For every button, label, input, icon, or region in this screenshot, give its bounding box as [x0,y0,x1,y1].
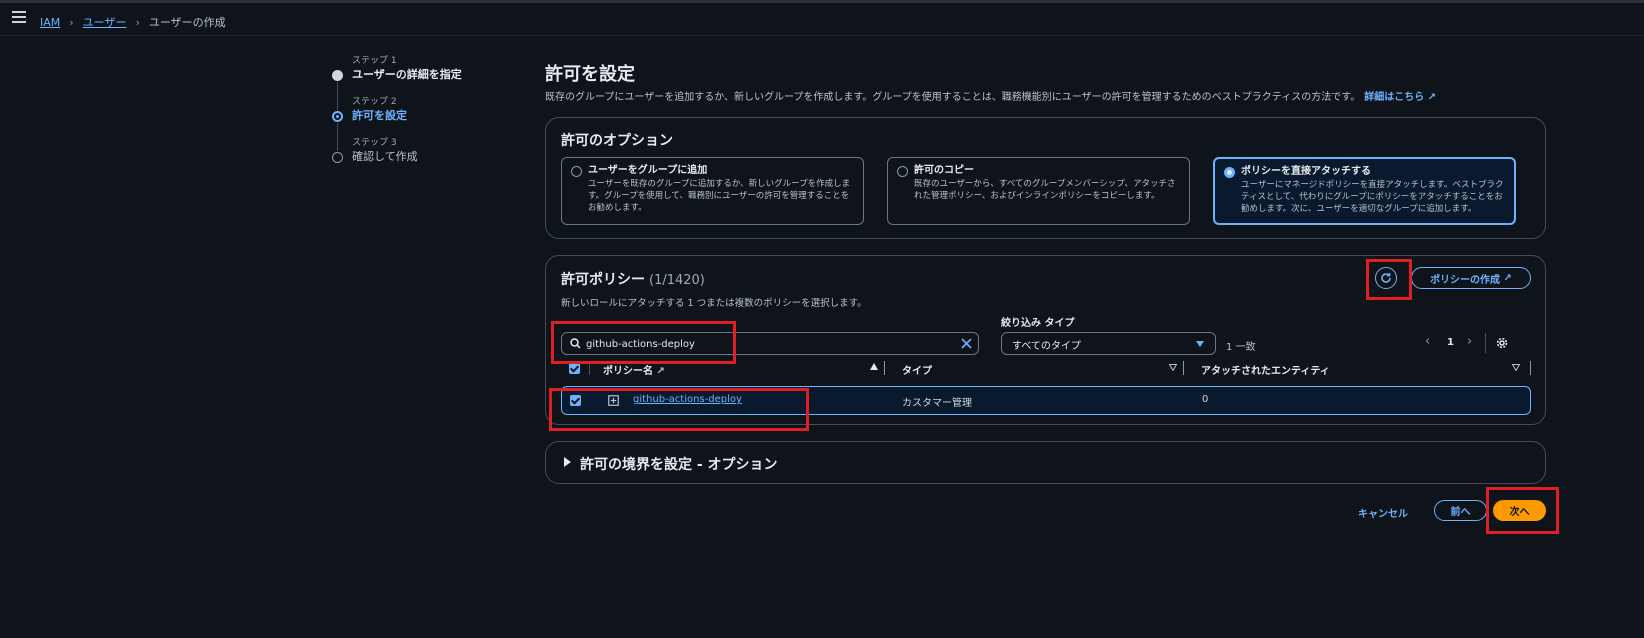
sort-icon[interactable] [1169,364,1177,371]
step-1[interactable]: ステップ 1 ユーザーの詳細を指定 [332,56,462,97]
step-title: ユーザーの詳細を指定 [352,68,462,81]
policies-title: 許可ポリシー [561,272,645,288]
highlight-box [1366,259,1412,300]
filter-type-value: すべてのタイプ [1012,341,1081,352]
radio-button[interactable] [571,166,582,177]
filter-type-label: 絞り込み タイプ [1001,318,1075,329]
step-label: ステップ 3 [352,138,397,148]
column-divider [1183,361,1184,375]
match-count: 1 一致 [1226,342,1256,353]
page-number[interactable]: 1 [1447,337,1454,348]
column-header-type[interactable]: タイプ [902,362,932,377]
external-link-icon: ↗ [1503,272,1512,284]
chevron-right-icon[interactable]: › [1467,334,1472,349]
step-current-icon [332,111,343,122]
learn-more-link[interactable]: 詳細はこちら ↗ [1364,92,1436,103]
page-description: 既存のグループにユーザーを追加するか、新しいグループを作成します。グループを使用… [545,88,1436,103]
step-3: ステップ 3 確認して作成 [332,138,462,179]
step-complete-icon [332,70,343,81]
option-attach-policies-directly[interactable]: ポリシーを直接アタッチする ユーザーにマネージドポリシーを直接アタッチします。ベ… [1213,157,1516,225]
breadcrumb-current: ユーザーの作成 [148,16,226,29]
option-add-to-group[interactable]: ユーザーをグループに追加 ユーザーを既存のグループに追加するか、新しいグループを… [561,157,864,225]
permissions-boundary-panel[interactable]: 許可の境界を設定 - オプション [545,441,1546,484]
highlight-box [549,388,809,431]
option-description: ユーザーにマネージドポリシーを直接アタッチします。ベストプラクティスとして、代わ… [1241,180,1504,214]
external-link-icon: ↗ [656,366,665,377]
page-title: 許可を設定 [545,64,635,85]
description-text: 既存のグループにユーザーを追加するか、新しいグループを作成します。グループを使用… [545,92,1361,103]
breadcrumb-iam[interactable]: IAM [40,16,60,29]
option-description: ユーザーを既存のグループに追加するか、新しいグループを作成します。グループを使用… [588,179,851,213]
sort-icon[interactable] [1512,364,1520,371]
filter-type-select[interactable]: すべてのタイプ [1001,332,1216,355]
step-pending-icon [332,152,343,163]
radio-button-selected[interactable] [1224,167,1235,178]
chevron-right-icon: › [69,15,74,29]
top-bar: IAM › ユーザー › ユーザーの作成 [0,0,1644,36]
divider [1485,333,1486,353]
wizard-steps: ステップ 1 ユーザーの詳細を指定 ステップ 2 許可を設定 ステップ 3 確認… [332,56,462,179]
column-divider [884,361,885,375]
permissions-boundary-title[interactable]: 許可の境界を設定 - オプション [580,454,778,474]
external-link-icon: ↗ [1427,92,1437,103]
option-title: ユーザーをグループに追加 [588,165,708,176]
chevron-right-icon: › [135,15,140,29]
column-divider [1530,361,1531,375]
clear-icon[interactable] [961,338,972,349]
breadcrumb: IAM › ユーザー › ユーザーの作成 [40,14,226,30]
create-policy-button[interactable]: ポリシーの作成 ↗ [1411,267,1531,289]
step-title: 確認して作成 [352,150,418,163]
option-title: 許可のコピー [914,165,974,176]
highlight-box [551,321,736,364]
permission-options-title: 許可のオプション [561,133,673,149]
option-description: 既存のユーザーから、すべてのグループメンバーシップ、アタッチされた管理ポリシー、… [914,179,1176,201]
gear-icon[interactable] [1496,337,1508,349]
step-2[interactable]: ステップ 2 許可を設定 [332,97,462,138]
policies-count: (1/1420) [649,273,705,288]
select-all-checkbox[interactable] [569,363,580,374]
chevron-left-icon[interactable]: ‹ [1425,334,1430,349]
column-header-attached-entities[interactable]: アタッチされたエンティティ [1201,362,1330,377]
breadcrumb-users[interactable]: ユーザー [83,14,127,30]
step-title: 許可を設定 [352,109,407,122]
column-header-policy-name[interactable]: ポリシー名 ↗ [603,362,665,377]
permission-options-panel: 許可のオプション ユーザーをグループに追加 ユーザーを既存のグループに追加するか… [545,117,1546,239]
highlight-box [1486,487,1559,534]
previous-button[interactable]: 前へ [1434,500,1487,521]
option-copy-permissions[interactable]: 許可のコピー 既存のユーザーから、すべてのグループメンバーシップ、アタッチされた… [887,157,1190,225]
option-title: ポリシーを直接アタッチする [1241,166,1371,177]
menu-icon[interactable] [12,11,26,23]
policy-type: カスタマー管理 [902,398,972,409]
step-label: ステップ 2 [352,97,397,107]
cancel-button[interactable]: キャンセル [1358,505,1408,520]
caret-right-icon[interactable] [564,457,571,467]
sort-ascending-icon[interactable] [870,363,878,370]
radio-button[interactable] [897,166,908,177]
policies-subtitle: 新しいロールにアタッチする 1 つまたは複数のポリシーを選択します。 [561,298,867,309]
attached-entities-count: 0 [1202,394,1209,405]
step-label: ステップ 1 [352,56,397,66]
caret-down-icon [1196,341,1204,347]
